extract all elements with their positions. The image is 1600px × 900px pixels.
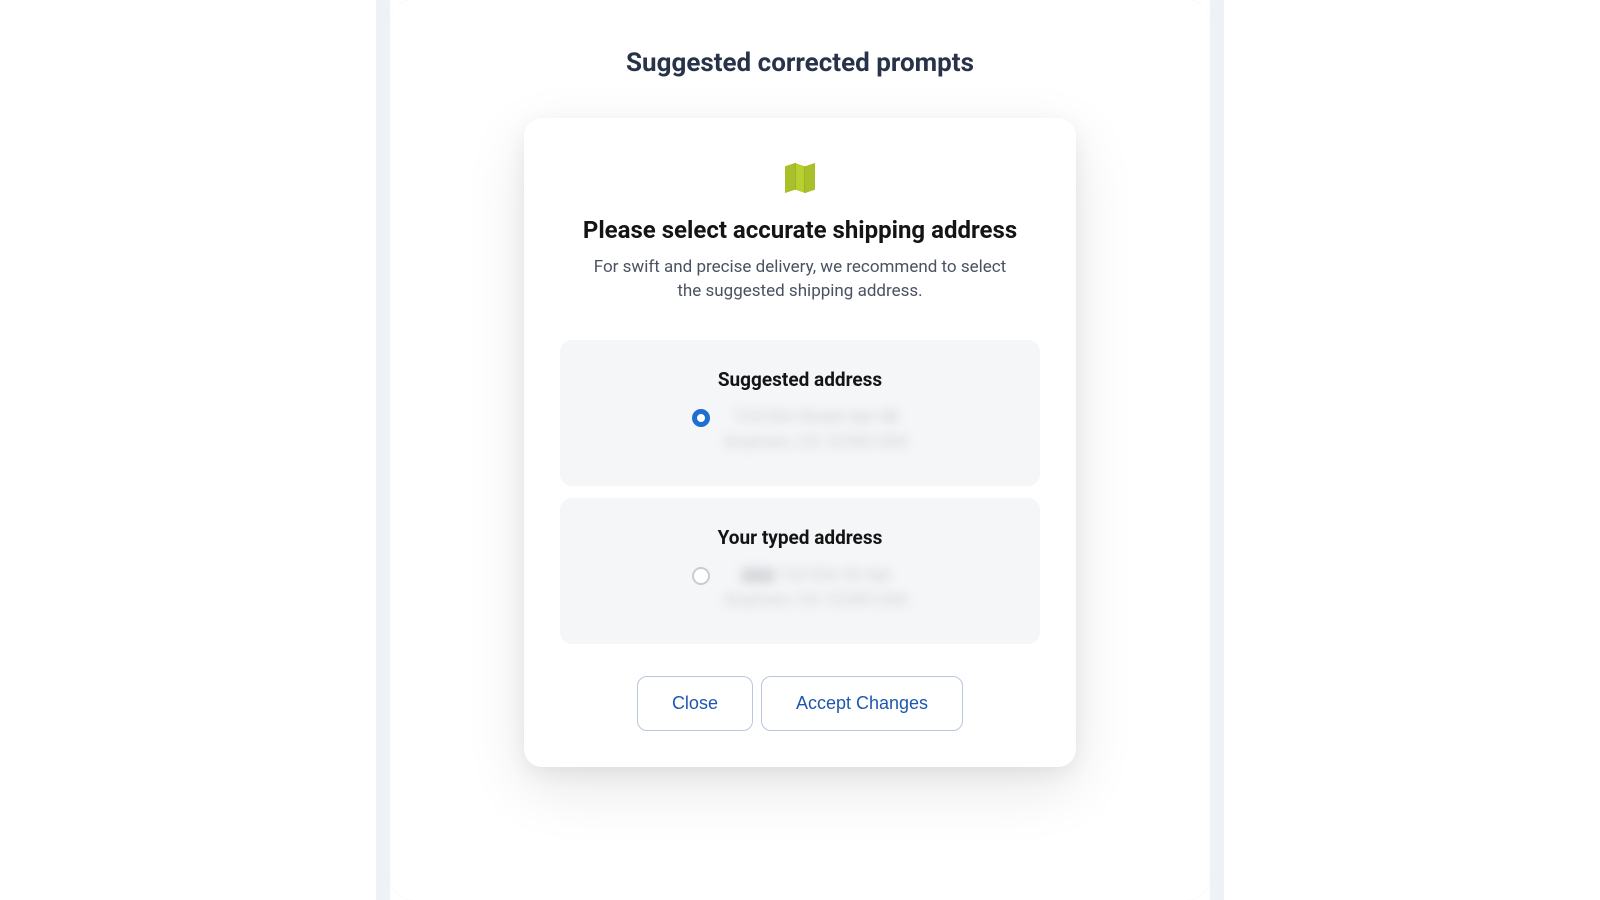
address-modal: Please select accurate shipping address … [524,118,1076,767]
map-icon [560,158,1040,198]
modal-heading: Please select accurate shipping address [560,216,1040,244]
typed-address-radio[interactable] [692,567,710,585]
typed-address-title: Your typed address [588,526,1012,549]
close-button[interactable]: Close [637,676,753,731]
suggested-address-title: Suggested address [588,368,1012,391]
modal-button-row: Close Accept Changes [560,676,1040,731]
suggested-address-option[interactable]: Suggested address 123 Elm Street Apt 4B … [560,340,1040,486]
accept-changes-button[interactable]: Accept Changes [761,676,963,731]
panel-edge-left [376,0,390,900]
typed-address-text: 123 Elm St Apt Anytown, CA 12345 USA [724,563,908,614]
suggested-address-radio[interactable] [692,409,710,427]
panel-edge-right [1210,0,1224,900]
page-background: Suggested corrected prompts Please selec… [0,0,1600,900]
outer-panel: Suggested corrected prompts Please selec… [390,0,1210,900]
modal-subtext: For swift and precise delivery, we recom… [590,256,1010,304]
suggested-address-text: 123 Elm Street Apt 4B Anytown, CA 12345 … [724,405,908,456]
typed-address-option[interactable]: Your typed address 123 Elm St Apt Anytow… [560,498,1040,644]
page-title: Suggested corrected prompts [430,48,1170,78]
